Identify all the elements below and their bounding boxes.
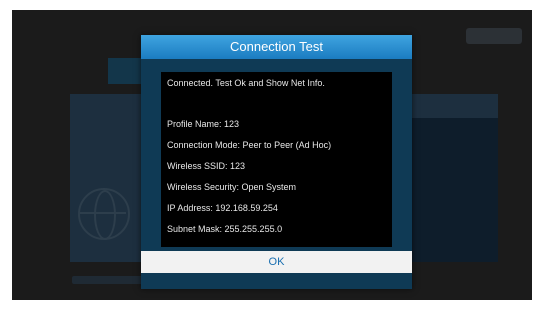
- connection-test-dialog: Connection Test Connected. Test Ok and S…: [141, 35, 412, 289]
- connection-status-text: Connected. Test Ok and Show Net Info.: [167, 78, 325, 88]
- background-settings-sidebar: [406, 118, 498, 262]
- profile-name-text: Profile Name: 123: [167, 119, 240, 129]
- connection-mode-text: Connection Mode: Peer to Peer (Ad Hoc): [167, 140, 332, 150]
- globe-icon: [78, 188, 130, 240]
- background-brand-logo: [466, 28, 522, 44]
- wireless-security-text: Wireless Security: Open System: [167, 182, 297, 192]
- background-hint-bar: [72, 276, 152, 284]
- background-menu-tab: [108, 58, 144, 84]
- ok-button[interactable]: OK: [141, 251, 412, 273]
- ip-address-text: IP Address: 192.168.59.254: [167, 203, 278, 213]
- subnet-mask-text: Subnet Mask: 255.255.255.0: [167, 224, 283, 234]
- dialog-title: Connection Test: [141, 35, 412, 59]
- wireless-ssid-text: Wireless SSID: 123: [167, 161, 246, 171]
- network-info-panel: Connected. Test Ok and Show Net Info. Pr…: [161, 72, 392, 247]
